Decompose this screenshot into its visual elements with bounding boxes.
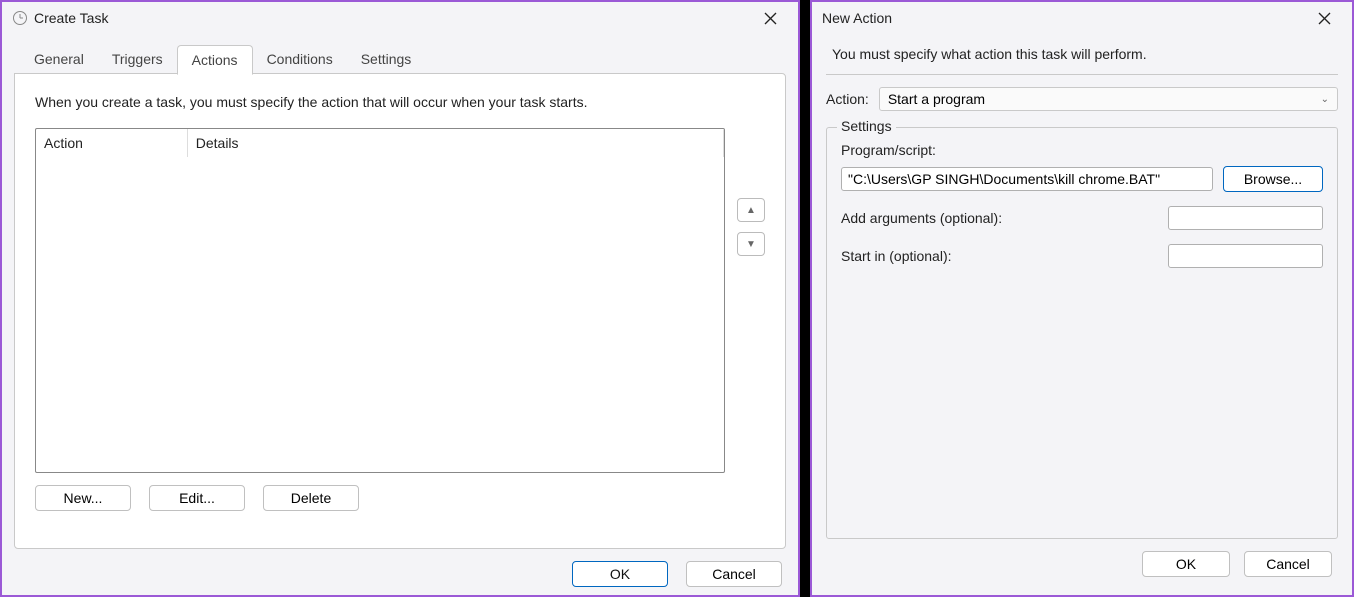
actions-list[interactable]: Action Details bbox=[35, 128, 725, 473]
ok-button[interactable]: OK bbox=[1142, 551, 1230, 577]
cancel-button[interactable]: Cancel bbox=[1244, 551, 1332, 577]
tab-general[interactable]: General bbox=[20, 45, 98, 75]
column-header-details[interactable]: Details bbox=[187, 129, 723, 157]
tab-conditions[interactable]: Conditions bbox=[253, 45, 347, 75]
chevron-down-icon: ⌄ bbox=[1321, 94, 1329, 105]
program-script-input[interactable] bbox=[841, 167, 1213, 191]
tab-triggers[interactable]: Triggers bbox=[98, 45, 177, 75]
panel-instruction: When you create a task, you must specify… bbox=[35, 94, 765, 110]
tab-settings[interactable]: Settings bbox=[347, 45, 426, 75]
settings-groupbox: Settings Program/script: Browse... Add a… bbox=[826, 127, 1338, 539]
arguments-label: Add arguments (optional): bbox=[841, 210, 1002, 226]
action-select-value: Start a program bbox=[888, 91, 985, 107]
window-title: New Action bbox=[822, 10, 1304, 26]
new-button[interactable]: New... bbox=[35, 485, 131, 511]
window-title: Create Task bbox=[34, 10, 750, 26]
edit-button[interactable]: Edit... bbox=[149, 485, 245, 511]
action-select[interactable]: Start a program ⌄ bbox=[879, 87, 1338, 111]
ok-button[interactable]: OK bbox=[572, 561, 668, 587]
startin-label: Start in (optional): bbox=[841, 248, 952, 264]
tab-panel-actions: When you create a task, you must specify… bbox=[14, 73, 786, 549]
arguments-input[interactable] bbox=[1168, 206, 1323, 230]
divider bbox=[826, 74, 1338, 75]
cancel-button[interactable]: Cancel bbox=[686, 561, 782, 587]
triangle-down-icon: ▼ bbox=[746, 239, 756, 250]
tabstrip: General Triggers Actions Conditions Sett… bbox=[20, 44, 786, 74]
settings-group-title: Settings bbox=[837, 118, 896, 134]
column-header-action[interactable]: Action bbox=[36, 129, 187, 157]
program-script-label: Program/script: bbox=[841, 142, 936, 158]
tab-actions[interactable]: Actions bbox=[177, 45, 253, 75]
move-up-button[interactable]: ▲ bbox=[737, 198, 765, 222]
triangle-up-icon: ▲ bbox=[746, 205, 756, 216]
titlebar: Create Task bbox=[2, 2, 798, 34]
close-icon bbox=[764, 12, 777, 25]
clock-icon bbox=[12, 10, 28, 26]
startin-input[interactable] bbox=[1168, 244, 1323, 268]
close-button[interactable] bbox=[1304, 4, 1344, 32]
action-label: Action: bbox=[826, 91, 869, 107]
create-task-dialog: Create Task General Triggers Actions Con… bbox=[0, 0, 800, 597]
delete-button[interactable]: Delete bbox=[263, 485, 359, 511]
move-down-button[interactable]: ▼ bbox=[737, 232, 765, 256]
titlebar: New Action bbox=[812, 2, 1352, 34]
instruction-text: You must specify what action this task w… bbox=[832, 46, 1338, 62]
close-button[interactable] bbox=[750, 4, 790, 32]
close-icon bbox=[1318, 12, 1331, 25]
new-action-dialog: New Action You must specify what action … bbox=[810, 0, 1354, 597]
browse-button[interactable]: Browse... bbox=[1223, 166, 1323, 192]
